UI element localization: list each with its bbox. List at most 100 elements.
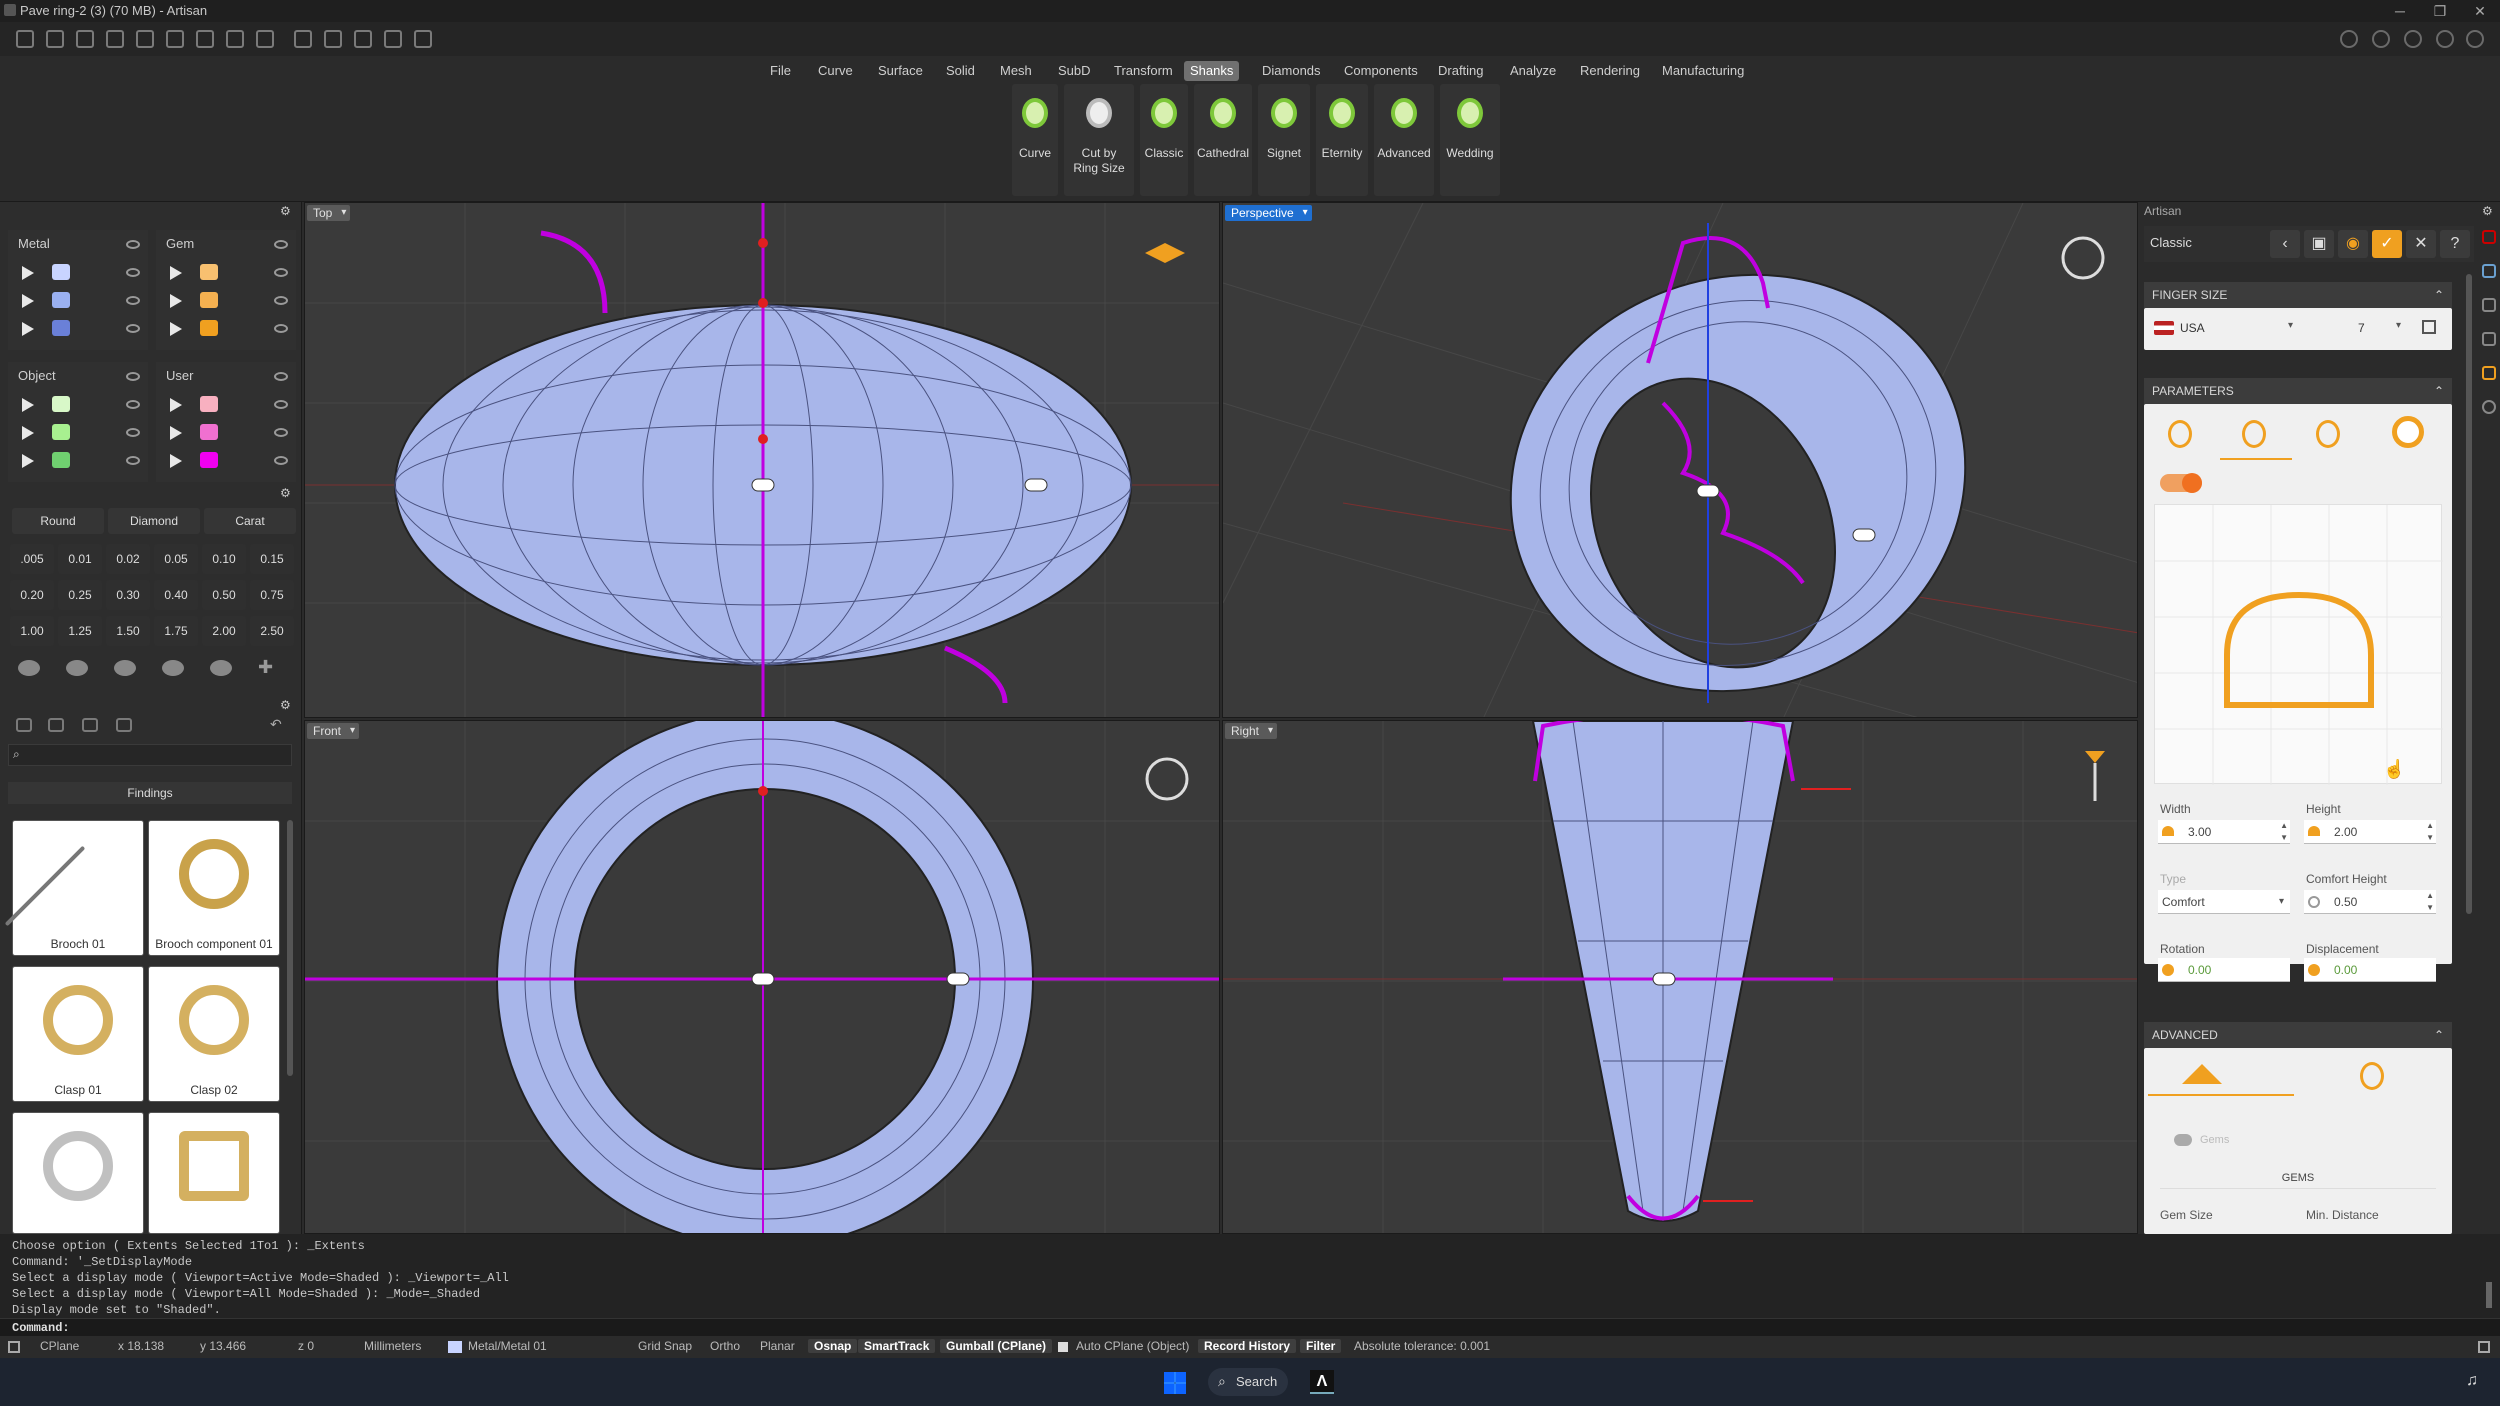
- gumball-toggle[interactable]: Gumball (CPlane): [940, 1339, 1053, 1353]
- eye-icon[interactable]: [126, 324, 140, 333]
- menu-transform[interactable]: Transform: [1108, 61, 1179, 81]
- menu-manufacturing[interactable]: Manufacturing: [1656, 61, 1750, 81]
- gear-icon[interactable]: ⚙: [280, 486, 291, 500]
- library-item-brooch-component-01[interactable]: Brooch component 01: [148, 820, 280, 956]
- object-swatch-2[interactable]: [52, 424, 70, 440]
- curve-tool-icon[interactable]: [294, 30, 312, 48]
- menu-rendering[interactable]: Rendering: [1574, 61, 1646, 81]
- eye-icon[interactable]: [126, 372, 140, 381]
- command-input[interactable]: Command:: [0, 1318, 2500, 1336]
- gumball-handle[interactable]: [1652, 972, 1676, 986]
- notification-bell-icon[interactable]: ♫: [2466, 1372, 2478, 1390]
- grid-snap-toggle[interactable]: Grid Snap: [638, 1339, 692, 1353]
- analyze-tool-icon[interactable]: [384, 30, 402, 48]
- status-right-icon[interactable]: [2478, 1341, 2490, 1353]
- back-button[interactable]: ‹: [2270, 230, 2300, 258]
- carat-button[interactable]: 1.00: [10, 616, 54, 646]
- side-profile-icon[interactable]: [2316, 420, 2340, 448]
- eye-icon[interactable]: [274, 240, 288, 249]
- folder-icon[interactable]: [16, 718, 32, 732]
- gumball-handle[interactable]: [751, 478, 775, 492]
- library-category[interactable]: Findings: [8, 782, 292, 804]
- command-scrollbar[interactable]: [2486, 1282, 2492, 1308]
- library-item-clasp-03[interactable]: [12, 1112, 144, 1234]
- library-item-clasp-01[interactable]: Clasp 01: [12, 966, 144, 1102]
- play-icon[interactable]: [22, 454, 34, 468]
- eye-icon[interactable]: [274, 268, 288, 277]
- menu-mesh[interactable]: Mesh: [994, 61, 1038, 81]
- cplane-indicator[interactable]: CPlane: [40, 1339, 79, 1353]
- carat-button[interactable]: 0.50: [202, 580, 246, 610]
- new-template-icon[interactable]: [46, 30, 64, 48]
- library-scrollbar[interactable]: [287, 820, 293, 1076]
- carat-button[interactable]: 0.01: [58, 544, 102, 574]
- confirm-button[interactable]: ✓: [2372, 230, 2402, 258]
- auto-cplane-toggle[interactable]: Auto CPlane (Object): [1076, 1339, 1189, 1353]
- minimize-icon[interactable]: ─: [2380, 0, 2420, 22]
- ribbon-eternity-button[interactable]: Eternity: [1316, 84, 1368, 196]
- viewport-label-top[interactable]: Top: [307, 205, 351, 221]
- display-icon[interactable]: [2404, 30, 2422, 48]
- region-select[interactable]: USA: [2180, 321, 2205, 335]
- ribbon-curve-button[interactable]: Curve: [1012, 84, 1058, 196]
- current-layer[interactable]: Metal/Metal 01: [468, 1339, 547, 1353]
- eye-icon[interactable]: [126, 268, 140, 277]
- bottom-profile-icon[interactable]: [2242, 420, 2266, 448]
- menu-analyze[interactable]: Analyze: [1504, 61, 1562, 81]
- play-icon[interactable]: [170, 266, 182, 280]
- ortho-toggle[interactable]: Ortho: [710, 1339, 740, 1353]
- options-icon[interactable]: [2436, 30, 2454, 48]
- gumball-handle[interactable]: [1852, 528, 1876, 542]
- ribbon-advanced-button[interactable]: Advanced: [1374, 84, 1434, 196]
- carat-button[interactable]: 0.25: [58, 580, 102, 610]
- viewport-label-front[interactable]: Front: [307, 723, 360, 739]
- planar-toggle[interactable]: Planar: [760, 1339, 795, 1353]
- menu-subd[interactable]: SubD: [1052, 61, 1097, 81]
- collapse-icon[interactable]: ⌃: [2434, 378, 2444, 404]
- carat-button[interactable]: 0.30: [106, 580, 150, 610]
- gumball-handle[interactable]: [1696, 484, 1720, 498]
- eye-icon[interactable]: [126, 400, 140, 409]
- region-dropdown-icon[interactable]: ▾: [2288, 320, 2293, 331]
- artisan-icon[interactable]: [2482, 366, 2496, 380]
- carat-button[interactable]: 0.02: [106, 544, 150, 574]
- metal-swatch-1[interactable]: [52, 264, 70, 280]
- ring-size-gauge-icon[interactable]: [1145, 757, 1189, 801]
- gems-toggle[interactable]: [2174, 1134, 2192, 1146]
- oval-cut-icon[interactable]: [66, 660, 88, 676]
- play-icon[interactable]: [170, 398, 182, 412]
- import-icon[interactable]: [106, 30, 124, 48]
- symmetry-toggle[interactable]: [2160, 473, 2202, 493]
- ring-tab-icon[interactable]: [2360, 1062, 2384, 1090]
- carat-button[interactable]: 0.75: [250, 580, 294, 610]
- viewport-label-right[interactable]: Right: [1225, 723, 1278, 739]
- eye-icon[interactable]: [126, 456, 140, 465]
- back-icon[interactable]: ↶: [270, 716, 282, 733]
- play-icon[interactable]: [170, 454, 182, 468]
- ribbon-cathedral-button[interactable]: Cathedral: [1194, 84, 1252, 196]
- panel-scrollbar[interactable]: [2466, 274, 2472, 914]
- info-icon[interactable]: [2372, 30, 2390, 48]
- viewport-right[interactable]: Right: [1222, 720, 2138, 1234]
- cushion-cut-icon[interactable]: [114, 660, 136, 676]
- object-swatch-1[interactable]: [52, 396, 70, 412]
- eye-icon[interactable]: [274, 296, 288, 305]
- menu-solid[interactable]: Solid: [940, 61, 981, 81]
- library-icon[interactable]: [2482, 332, 2496, 346]
- diamond-type-tab[interactable]: Diamond: [108, 508, 200, 534]
- comfort-height-field[interactable]: 0.50 ▲ ▼: [2304, 890, 2436, 914]
- cancel-button[interactable]: ✕: [2406, 230, 2436, 258]
- eye-icon[interactable]: [274, 372, 288, 381]
- play-icon[interactable]: [170, 426, 182, 440]
- save-as-icon[interactable]: [226, 30, 244, 48]
- ribbon-cut-by-ring-size-button[interactable]: Cut by Ring Size: [1064, 84, 1134, 196]
- width-field[interactable]: 3.00 ▲ ▼: [2158, 820, 2290, 844]
- carat-button[interactable]: 2.50: [250, 616, 294, 646]
- pear-cut-icon[interactable]: [210, 660, 232, 676]
- units-indicator[interactable]: Millimeters: [364, 1339, 421, 1353]
- library-item-cufflink[interactable]: [148, 1112, 280, 1234]
- finger-size-select[interactable]: 7: [2358, 321, 2365, 335]
- new-file-icon[interactable]: [16, 30, 34, 48]
- windows-start-icon[interactable]: [1164, 1372, 1186, 1394]
- play-icon[interactable]: [22, 398, 34, 412]
